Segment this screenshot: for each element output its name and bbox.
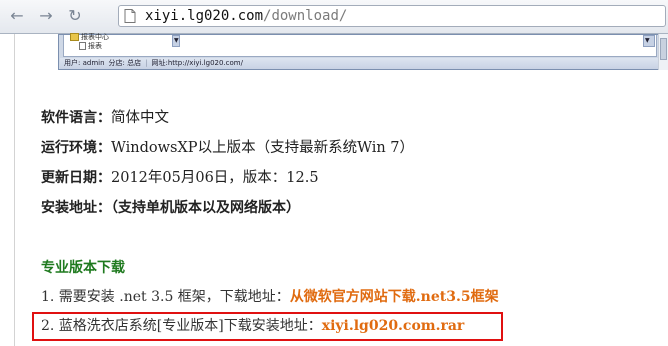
install-value: （支持单机版本以及网络版本） [111, 200, 300, 216]
vertical-scrollbar[interactable] [658, 34, 668, 70]
software-screenshot: 报表中心 报表 ▼ ▼ 用户: admin 分店: 总店 | 网址:http://xi… [58, 33, 663, 70]
download-item-2: 2. 蓝格洗衣店系统[专业版本]下载安装地址：xiyi.lg020.com.ra… [41, 316, 464, 336]
download-item-2-text: 2. 蓝格洗衣店系统[专业版本]下载安装地址： [41, 318, 322, 334]
screenshot-tree: 报表中心 报表 [70, 33, 109, 51]
language-label: 软件语言： [41, 110, 111, 126]
tree-item: 报表中心 [70, 33, 109, 42]
dotnet-download-link[interactable]: 从微软官方网站下载.net3.5框架 [290, 289, 499, 305]
software-download-link[interactable]: xiyi.lg020.com.rar [322, 318, 465, 334]
tree-item-label: 报表 [88, 42, 102, 50]
address-bar[interactable]: xiyi.lg020.com/download/ [118, 5, 666, 27]
dropdown-arrow-icon: ▼ [643, 35, 655, 47]
date-value: 2012年05月06日，版本：12.5 [111, 170, 319, 186]
url-host: xiyi.lg020.com [145, 8, 264, 24]
folder-icon [70, 33, 79, 41]
language-row: 软件语言：简体中文 [41, 108, 169, 128]
scrollbar-thumb[interactable] [660, 38, 667, 60]
reload-icon[interactable]: ↻ [66, 7, 84, 25]
date-label: 更新日期： [41, 170, 111, 186]
url-path: /download/ [263, 8, 348, 24]
install-label: 安装地址： [41, 200, 111, 216]
status-site: 网址:http://xiyi.lg020.com/ [151, 59, 243, 67]
page-icon [124, 9, 136, 23]
status-user: 用户: admin [64, 59, 105, 67]
url-text: xiyi.lg020.com/download/ [145, 8, 347, 25]
date-row: 更新日期：2012年05月06日，版本：12.5 [41, 168, 319, 188]
dropdown-arrow-icon: ▼ [172, 35, 180, 47]
back-arrow-icon[interactable]: ← [8, 7, 26, 25]
screenshot-statusbar: 用户: admin 分店: 总店 | 网址:http://xiyi.lg020.com… [60, 58, 660, 69]
environment-row: 运行环境：WindowsXP以上版本（支持最新系统Win 7） [41, 138, 414, 158]
forward-arrow-icon[interactable]: → [37, 7, 55, 25]
tree-item: 报表 [70, 42, 109, 51]
download-item-1: 1. 需要安装 .net 3.5 框架，下载地址：从微软官方网站下载.net3.… [41, 287, 499, 307]
download-section-title: 专业版本下载 [41, 260, 125, 276]
environment-label: 运行环境： [41, 140, 111, 156]
screenshot-tree-panel: 报表中心 报表 ▼ ▼ [63, 33, 657, 57]
install-row: 安装地址：（支持单机版本以及网络版本） [41, 198, 300, 218]
download-item-1-text: 1. 需要安装 .net 3.5 框架，下载地址： [41, 289, 290, 305]
language-value: 简体中文 [111, 110, 169, 126]
document-icon [79, 42, 86, 50]
environment-value: WindowsXP以上版本（支持最新系统Win 7） [111, 140, 415, 156]
status-branch: 分店: 总店 [108, 59, 142, 67]
page-left-border [14, 34, 15, 346]
tree-item-label: 报表中心 [81, 33, 109, 41]
browser-toolbar: ← → ↻ xiyi.lg020.com/download/ [0, 0, 668, 34]
